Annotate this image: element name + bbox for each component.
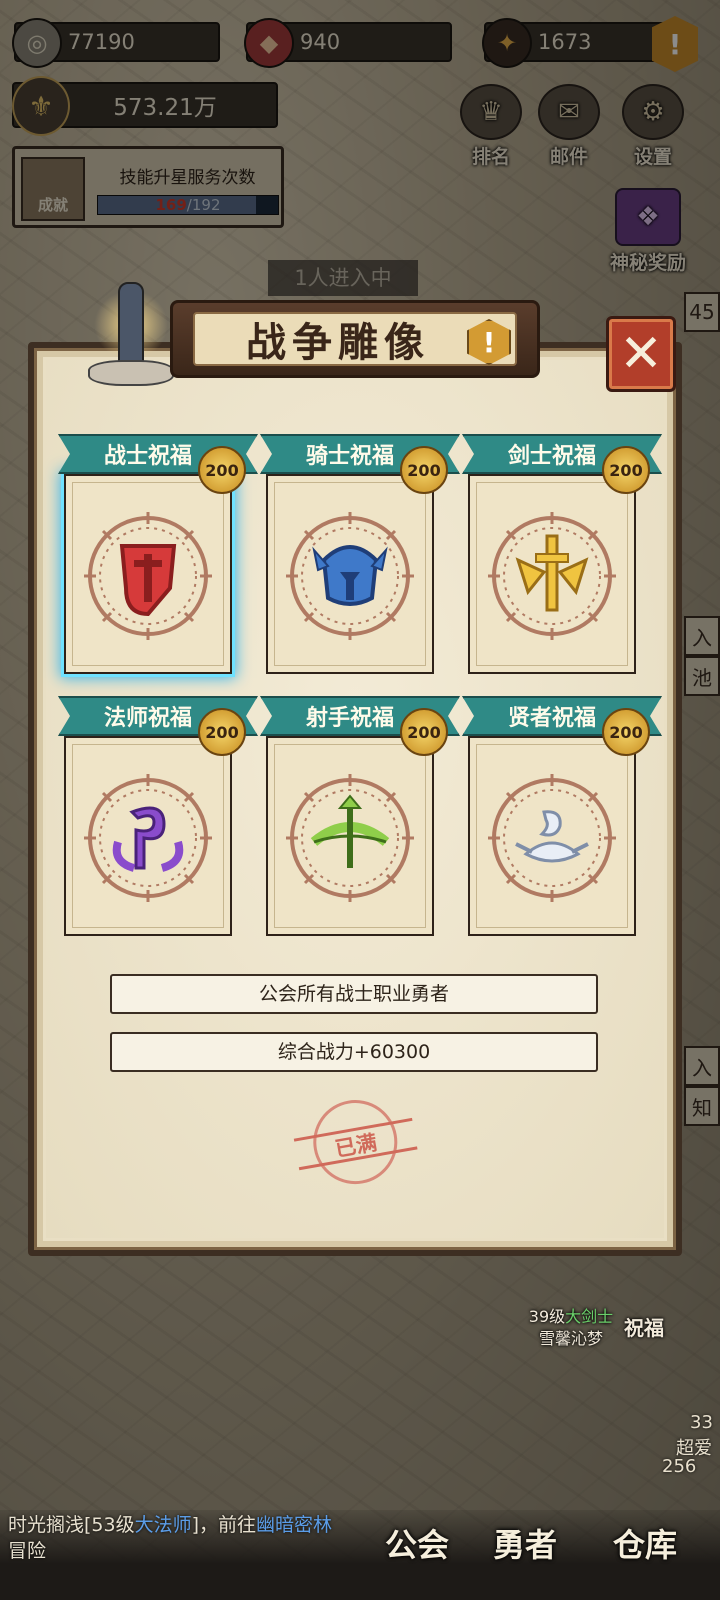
card-level-badge: 200 [198,446,246,494]
card-level-badge: 200 [602,446,650,494]
blessing-card[interactable] [266,736,434,936]
blessing-card[interactable] [266,474,434,674]
chat-tail: 冒险 [8,1540,47,1562]
close-icon: ✕ [619,324,663,384]
statue-icon [86,270,176,386]
card-level-badge: 200 [400,446,448,494]
chat-message[interactable]: 时光搁浅[53级大法师]，前往幽暗密林冒险 [8,1512,348,1564]
hero-level: 39级 [528,1307,566,1326]
card-level-badge: 200 [400,708,448,756]
blessing-card[interactable] [468,736,636,936]
shield-sword-icon [82,510,214,642]
bless-button[interactable]: 祝福 [624,1312,664,1341]
blessing-card[interactable] [64,474,232,674]
dialog-title: 战争雕像 [246,319,430,366]
hero-name: 雪馨沁梦 [538,1329,603,1348]
chat-class: 大法师 [134,1514,192,1536]
sage-wings-icon [486,772,618,904]
blessing-card[interactable] [64,736,232,936]
blessing-target-text: 公会所有战士职业勇者 [110,974,598,1014]
arcane-rune-icon [82,772,214,904]
hero-class: 大剑士 [565,1307,614,1326]
hero-nameplate[interactable]: 39级大剑士 雪馨沁梦 [516,1306,626,1350]
blessing-bonus-text: 综合战力+60300 [110,1032,598,1072]
chat-player: 时光搁浅[53级 [8,1514,135,1536]
dialog-title-banner: 战争雕像 ! [170,300,540,378]
winged-helmet-icon [284,510,416,642]
card-level-badge: 200 [602,708,650,756]
blessing-card[interactable] [468,474,636,674]
winged-sword-icon [486,510,618,642]
chat-mid: ]，前往 [191,1514,257,1536]
nav-storage-button[interactable]: 仓库 [590,1520,700,1566]
edge-number-c: 256 [662,1456,697,1477]
close-button[interactable]: ✕ [606,316,676,392]
edge-number-a: 33 [690,1412,713,1433]
crossbow-icon [284,772,416,904]
nav-hero-button[interactable]: 勇者 [470,1520,580,1566]
nav-guild-button[interactable]: 公会 [362,1520,472,1566]
card-level-badge: 200 [198,708,246,756]
chat-place: 幽暗密林 [256,1514,333,1536]
